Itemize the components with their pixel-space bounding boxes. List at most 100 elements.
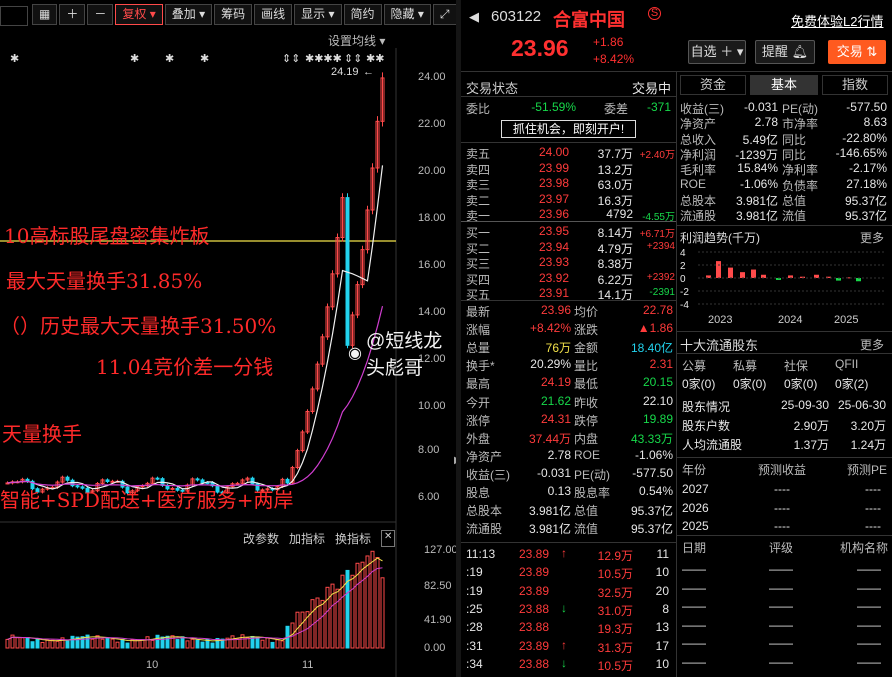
stat-label: 跌停 bbox=[574, 413, 599, 428]
l2-trial-link[interactable]: 免费体验L2行情 bbox=[791, 11, 883, 30]
alert-button[interactable]: 提醒 🔔︎ bbox=[755, 40, 815, 64]
volume-bar bbox=[315, 597, 320, 649]
tick-time: :19 bbox=[466, 565, 483, 580]
tick-count: 10 bbox=[655, 656, 669, 671]
stat-label: 涨幅 bbox=[466, 323, 491, 338]
volume-bar bbox=[45, 639, 50, 649]
tab-basic[interactable]: 基本 bbox=[750, 75, 818, 95]
rating-date: —— bbox=[682, 562, 706, 576]
add-indicator-button[interactable]: 加指标 bbox=[289, 530, 325, 547]
app-window: ▦ ＋ － 复权 ▾ 叠加 ▾ 筹码 画线 显示 ▾ 简约 隐藏 ▾ ⤢ 设置均… bbox=[0, 0, 892, 677]
tick-count: 10 bbox=[655, 565, 669, 580]
zoom-out-icon[interactable]: － bbox=[87, 4, 114, 25]
volume-bar bbox=[90, 638, 95, 649]
buy-volume: 8.38万 bbox=[597, 257, 633, 271]
zoom-in-icon[interactable]: ＋ bbox=[59, 4, 86, 25]
toolbar-display[interactable]: 显示 ▾ bbox=[294, 4, 342, 25]
buy-label: 买四 bbox=[466, 272, 491, 287]
buy-label: 买二 bbox=[466, 241, 491, 256]
tab-funds[interactable]: 资金 bbox=[680, 75, 746, 95]
toolbar-restore-rights[interactable]: 复权 ▾ bbox=[115, 4, 163, 25]
chart-toolbar: ▦ ＋ － 复权 ▾ 叠加 ▾ 筹码 画线 显示 ▾ 简约 隐藏 ▾ ⤢ bbox=[0, 4, 457, 28]
stat-label: 今开 bbox=[466, 395, 491, 410]
tick-time: 11:13 bbox=[466, 547, 496, 561]
price-axis-label: 6.00 bbox=[418, 491, 440, 503]
holder-type: 公募 bbox=[682, 359, 707, 373]
rating-level: —— bbox=[769, 562, 793, 576]
trade-status-row: 交易状态 交易中 bbox=[466, 81, 671, 96]
fund-label: 流值 bbox=[782, 209, 807, 224]
sell-label: 卖五 bbox=[466, 147, 491, 161]
add-watchlist-button[interactable]: 自选 ＋ ▾ bbox=[688, 40, 746, 64]
sell-delta: -4.55万 bbox=[642, 212, 675, 223]
stat-value: 22.10 bbox=[642, 393, 673, 408]
fund-value: -0.031 bbox=[743, 100, 778, 114]
calendar-icon[interactable]: ▦ bbox=[32, 4, 58, 25]
toolbar-draw-line[interactable]: 画线 bbox=[254, 4, 293, 25]
volume-bar bbox=[350, 574, 355, 649]
kline-chart-panel[interactable]: ▦ ＋ － 复权 ▾ 叠加 ▾ 筹码 画线 显示 ▾ 简约 隐藏 ▾ ⤢ 设置均… bbox=[0, 0, 462, 677]
forecast-eps: ---- bbox=[774, 482, 790, 496]
ma-settings-button[interactable]: 设置均线 ▾ bbox=[328, 32, 385, 49]
toolbar-hide[interactable]: 隐藏 ▾ bbox=[383, 4, 431, 25]
weibo-watermark: ◉ @短线龙头彪哥 bbox=[348, 331, 443, 379]
sell-volume: 13.2万 bbox=[597, 162, 633, 177]
tab-index[interactable]: 指数 bbox=[822, 75, 888, 95]
toolbar-chips[interactable]: 筹码 bbox=[214, 4, 253, 25]
volume-bar bbox=[150, 639, 155, 649]
trade-button[interactable]: 交易 ⇅ bbox=[828, 40, 886, 64]
profit-axis-tick: 4 bbox=[680, 248, 686, 259]
forecast-eps: ---- bbox=[774, 519, 790, 533]
price-axis-label: 8.00 bbox=[418, 444, 440, 456]
stat-label: PE(动) bbox=[574, 467, 611, 482]
rating-date: —— bbox=[682, 617, 706, 632]
x-axis-label: 11 bbox=[302, 659, 314, 671]
stat-label: 量比 bbox=[574, 359, 599, 374]
expand-icon[interactable]: ⤢ bbox=[432, 4, 457, 25]
stat-label: 流值 bbox=[574, 522, 599, 537]
open-account-banner[interactable]: 抓住机会，即刻开户! bbox=[501, 120, 636, 138]
rating-header: 日期 bbox=[682, 541, 707, 555]
holder-count: 0家(0) bbox=[682, 377, 716, 391]
stock-code: 603122 bbox=[491, 8, 542, 25]
profit-more-link[interactable]: 更多 bbox=[860, 229, 884, 246]
volume-bar bbox=[320, 599, 325, 649]
edit-params-button[interactable]: 改参数 bbox=[243, 530, 279, 547]
event-marker: ⇕⇕ bbox=[282, 53, 300, 65]
volume-bar bbox=[140, 639, 145, 649]
annotation-text: 10高标股尾盘密集炸板 bbox=[4, 224, 210, 248]
sell-price: 23.99 bbox=[538, 160, 569, 175]
prev-stock-icon[interactable]: ◀ bbox=[469, 9, 479, 25]
switch-indicator-button[interactable]: 换指标 bbox=[335, 530, 371, 547]
toolbar-simple[interactable]: 简约 bbox=[343, 4, 382, 25]
stat-label: 总值 bbox=[574, 504, 599, 519]
forecast-year: 2027 bbox=[682, 482, 709, 496]
holder-type: 私募 bbox=[733, 359, 758, 373]
stat-value: 76万 bbox=[545, 341, 571, 356]
buy-delta: +6.71万 bbox=[639, 229, 675, 240]
bell-icon: 🔔︎ bbox=[791, 44, 809, 59]
toolbar-overlay[interactable]: 叠加 ▾ bbox=[164, 4, 213, 25]
rating-org: —— bbox=[857, 599, 881, 613]
rating-date: —— bbox=[682, 636, 706, 650]
rating-org: —— bbox=[857, 562, 881, 576]
price-axis-label: 10.00 bbox=[418, 400, 446, 412]
volume-bar bbox=[115, 641, 120, 649]
profit-axis-tick: -4 bbox=[680, 300, 689, 311]
arrow-up-icon: ↑ bbox=[561, 546, 567, 560]
profit-bar bbox=[728, 267, 733, 278]
holders-more-link[interactable]: 更多 bbox=[860, 336, 884, 353]
stat-value: 95.37亿 bbox=[630, 504, 673, 519]
rating-level: —— bbox=[769, 617, 793, 632]
close-icon[interactable]: ✕ bbox=[381, 530, 396, 547]
tick-price: 23.89 bbox=[519, 565, 550, 580]
tick-price: 23.88 bbox=[519, 601, 550, 616]
stat-value: ▲1.86 bbox=[637, 321, 673, 336]
holders-title: 十大流通股东 bbox=[680, 338, 759, 353]
rating-level: —— bbox=[769, 599, 793, 613]
buy-price: 23.93 bbox=[538, 255, 569, 269]
holder-value-b: 25-06-30 bbox=[837, 398, 886, 412]
volume-bar bbox=[360, 561, 365, 649]
tick-volume: 31.3万 bbox=[597, 640, 633, 655]
fund-value: -22.80% bbox=[842, 130, 887, 145]
